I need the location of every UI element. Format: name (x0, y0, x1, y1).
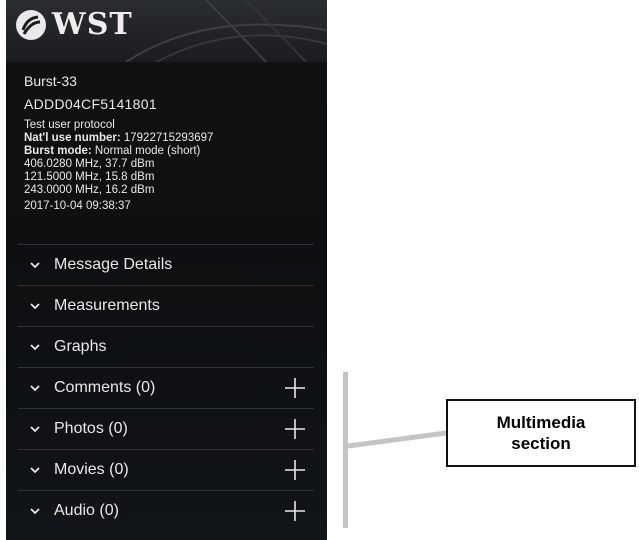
annotation-line2: section (511, 434, 571, 453)
annotation-callout: Multimedia section (446, 399, 636, 467)
screenshot-stage: WST Burst-33 ADDD04CF5141801 Test user p… (0, 0, 639, 540)
annotation-line1: Multimedia (496, 413, 586, 432)
